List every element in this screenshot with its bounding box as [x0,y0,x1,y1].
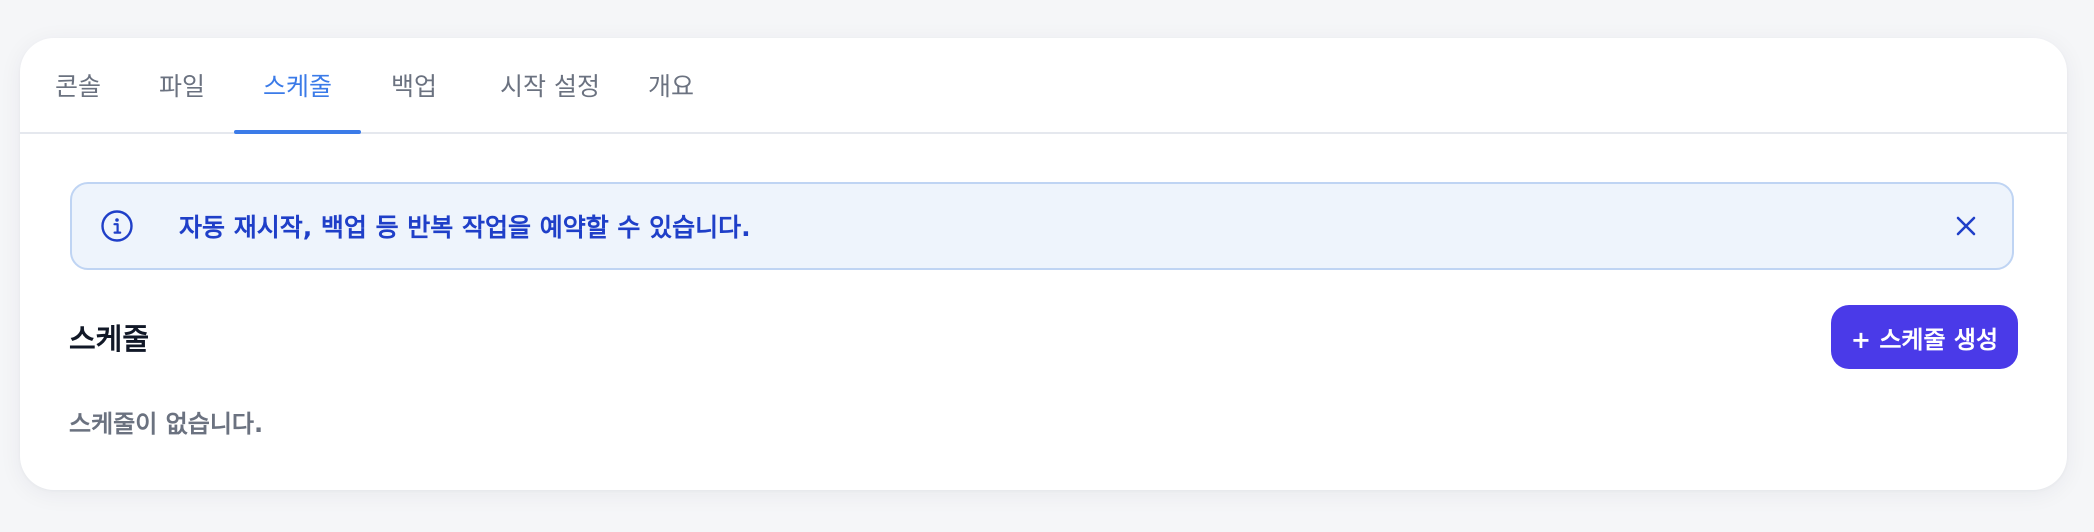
alert-message: 자동 재시작, 백업 등 반복 작업을 예약할 수 있습니다. [179,213,751,242]
create-schedule-button[interactable]: + 스케줄 생성 [1831,305,2018,369]
schedule-panel: 콘솔 파일 스케줄 백업 시작 설정 개요 자동 재시작, 백업 등 반복 작업… [20,38,2067,490]
tab-files[interactable]: 파일 [157,38,207,132]
close-icon[interactable] [1950,210,1982,242]
tab-backups[interactable]: 백업 [389,38,439,132]
tab-startup-settings[interactable]: 시작 설정 [494,38,606,132]
tab-bar: 콘솔 파일 스케줄 백업 시작 설정 개요 [20,38,2067,134]
info-alert: 자동 재시작, 백업 등 반복 작업을 예약할 수 있습니다. [70,182,2014,270]
empty-state-message: 스케줄이 없습니다. [69,410,264,438]
tab-schedules[interactable]: 스케줄 [234,38,361,134]
section-title: 스케줄 [69,322,150,356]
info-icon [100,209,134,243]
tab-console[interactable]: 콘솔 [53,38,103,132]
tab-overview[interactable]: 개요 [646,38,696,132]
